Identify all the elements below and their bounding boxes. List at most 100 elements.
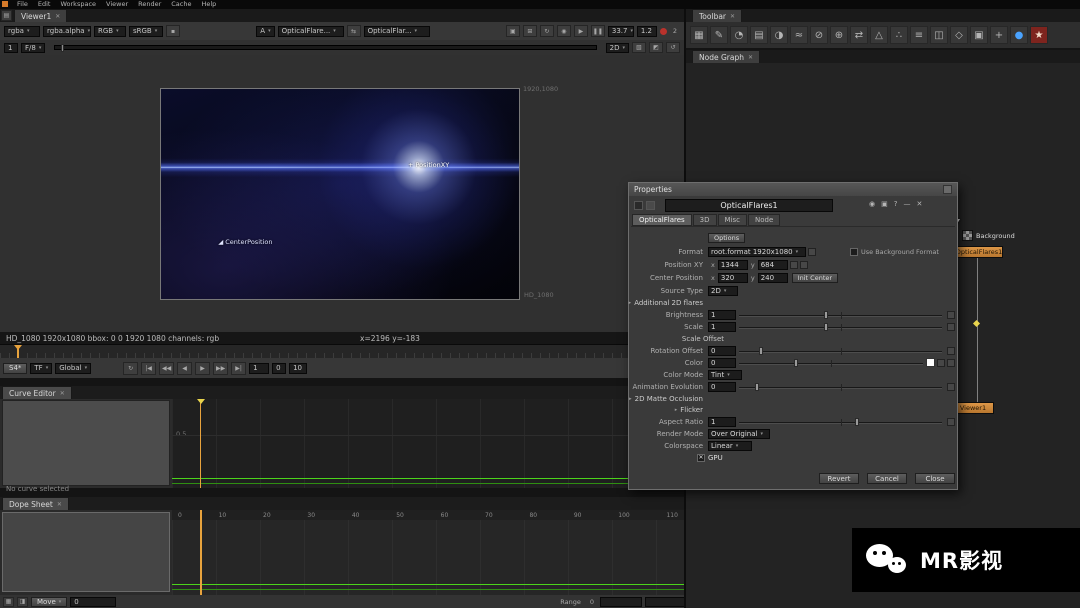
last-frame-button[interactable]: ▶| [231,361,247,375]
wipe-icon[interactable]: ◩ [649,42,663,53]
keyframe-dot-icon[interactable] [972,319,981,328]
curve-line[interactable] [172,478,634,479]
menu-item[interactable]: Edit [33,0,56,9]
exposure-slider[interactable] [54,44,597,52]
animation-menu-button[interactable] [947,346,955,355]
source-type-dropdown[interactable]: 2D [708,285,738,296]
options-button[interactable]: Options [708,232,746,243]
roi-icon[interactable]: ⊞ [522,25,537,37]
position-x-field[interactable]: 1344 [717,259,748,270]
viewer-tab[interactable]: Viewer1 ✕ [14,9,68,22]
menu-item[interactable]: Workspace [55,0,101,9]
record-dot-icon[interactable] [659,27,667,35]
dope-grid[interactable]: 0 10 20 30 40 50 60 70 80 90 100 110 [172,510,684,595]
additional-flares-label[interactable]: Additional 2D flares [634,299,703,307]
scale-field[interactable]: 1 [708,321,736,332]
next-keyframe-button[interactable]: ▶▶ [213,361,229,375]
color-panel-button[interactable] [947,358,955,367]
curve-list-panel[interactable] [2,400,170,486]
transform-icon[interactable]: ⇄ [850,26,868,44]
timeformat-dropdown[interactable]: TF [30,362,53,374]
node-name-field[interactable]: OpticalFlares1 [665,199,833,212]
close-icon[interactable]: ✕ [60,390,65,397]
merge-icon[interactable]: ⊕ [830,26,848,44]
properties-titlebar[interactable]: Properties [629,183,957,196]
refresh-icon[interactable]: ↻ [539,25,554,37]
videocopilot-icon[interactable]: ★ [1030,26,1048,44]
proxy-icon[interactable]: ◉ [556,25,571,37]
viewer-lut-dropdown[interactable]: sRGB [129,25,163,37]
channels-dropdown[interactable]: rgba [4,25,40,37]
init-center-button[interactable]: Init Center [791,272,839,283]
animation-menu-button[interactable] [789,260,798,269]
dope-sheet-tab[interactable]: Dope Sheet ✕ [2,497,69,510]
float-window-icon[interactable]: ▣ [881,200,888,208]
curve-graph[interactable]: 0.5 [172,399,684,488]
keyer-icon[interactable]: ⊘ [810,26,828,44]
input-a-node-dropdown[interactable]: OpticalFlare... [277,25,344,37]
channel-icon[interactable]: ▤ [750,26,768,44]
playhead[interactable] [200,399,201,488]
format-dropdown[interactable]: root.format 1920x1080 [708,246,806,257]
toolsets-icon[interactable]: ▣ [970,26,988,44]
time-icon[interactable]: ◔ [730,26,748,44]
disclosure-icon[interactable]: ▸ [675,407,678,413]
view-badge[interactable]: 2 [673,27,677,35]
brightness-field[interactable]: 1 [708,309,736,320]
menu-item[interactable]: Render [133,0,166,9]
ofx-icon[interactable]: ● [1010,26,1028,44]
color-swatch[interactable] [926,358,935,367]
gpu-checkbox[interactable]: ✕ [697,453,705,462]
use-bg-format-checkbox[interactable] [850,247,858,256]
color-slider[interactable] [739,358,923,368]
fstop-dropdown[interactable]: F/8 [21,42,46,53]
aspect-ratio-field[interactable]: 1 [708,416,736,427]
opticalflares-node[interactable]: OpticalFlares1 [955,246,1003,258]
step-back-button[interactable]: ◀ [177,361,193,375]
dope-list-panel[interactable] [2,512,170,592]
other-icon[interactable]: + [990,26,1008,44]
pick-position-button[interactable] [799,260,808,269]
tab-misc[interactable]: Misc [717,214,747,226]
viewer-node[interactable]: Viewer1 [952,402,994,414]
3d-icon[interactable]: △ [870,26,888,44]
first-frame-button[interactable]: |◀ [141,361,157,375]
animation-menu-button[interactable] [947,310,955,319]
node-graph-tab[interactable]: Node Graph ✕ [692,50,760,63]
menu-item[interactable]: Cache [166,0,196,9]
matte-occlusion-label[interactable]: 2D Matte Occlusion [635,395,703,403]
range-start-field[interactable] [600,596,642,607]
color-mode-dropdown[interactable]: Tint [708,369,742,380]
metadata-icon[interactable]: ◇ [950,26,968,44]
alpha-layer-dropdown[interactable]: rgba.alpha [43,25,91,37]
revert-button[interactable]: Revert [819,473,859,484]
background-node[interactable]: Background [962,230,1015,241]
playhead[interactable] [200,510,202,595]
center-node-icon[interactable]: ◉ [869,200,875,208]
color-picker-button[interactable] [937,358,945,367]
animation-menu-button[interactable] [947,417,955,426]
center-y-field[interactable]: 240 [757,272,788,283]
brightness-slider[interactable] [739,310,942,320]
close-button[interactable]: Close [915,473,955,484]
close-icon[interactable]: ✕ [748,54,753,61]
curve-line[interactable] [172,483,634,484]
particles-icon[interactable]: ∴ [890,26,908,44]
play-button[interactable]: ▶ [195,361,211,375]
flicker-label[interactable]: Flicker [680,406,703,414]
timeline-ruler[interactable] [0,344,684,359]
viewer-image[interactable]: + PositionXY ◢ CenterPosition [160,88,520,300]
menu-item[interactable]: Help [196,0,221,9]
play-icon[interactable]: ▶ [573,25,588,37]
fps-field[interactable]: 10 [289,362,308,374]
framestore-icon[interactable]: ▣ [505,25,520,37]
gain-field[interactable]: 33.7 [607,25,634,37]
animation-menu-button[interactable] [947,382,955,391]
aspect-ratio-slider[interactable] [739,417,942,427]
close-icon[interactable]: ✕ [916,200,922,208]
close-icon[interactable]: ✕ [57,501,62,508]
viewer-mode-dropdown[interactable]: 2D [605,42,629,53]
position-y-field[interactable]: 684 [757,259,788,270]
minimize-icon[interactable]: — [903,200,910,208]
panel-menu-icon[interactable]: ▤ [1,10,12,21]
